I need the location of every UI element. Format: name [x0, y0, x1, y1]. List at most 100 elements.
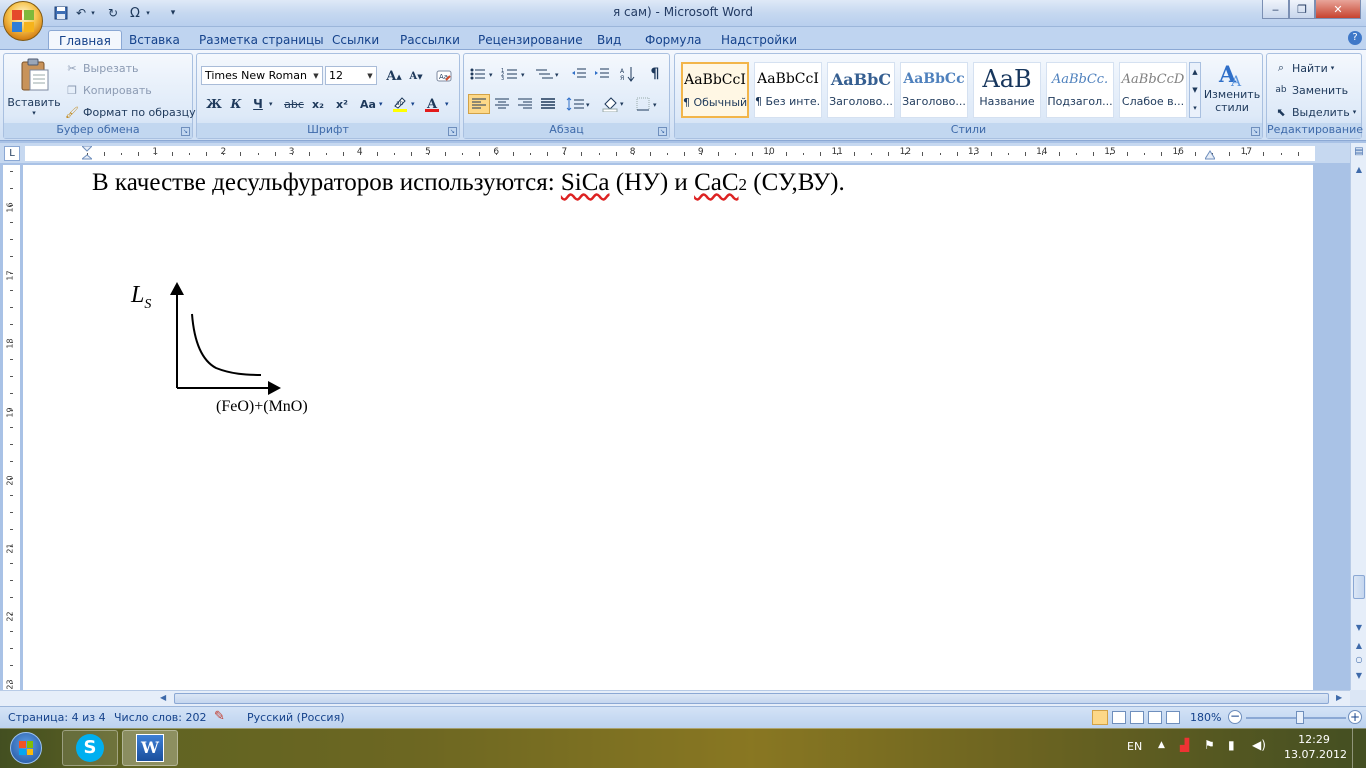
shrink-font-button[interactable]: A ▼: [405, 66, 427, 86]
scroll-down-icon[interactable]: ▼: [1353, 623, 1365, 635]
paste-dropdown-icon[interactable]: ▾: [32, 109, 36, 117]
select-dropdown-icon[interactable]: ▾: [1353, 108, 1357, 116]
replace-button[interactable]: ab Заменить: [1273, 80, 1348, 100]
volume-icon[interactable]: ◀): [1252, 738, 1266, 752]
web-layout-icon[interactable]: [1130, 711, 1144, 724]
style-subtle-emphasis[interactable]: AaBbCcD Слабое в...: [1119, 62, 1187, 118]
shading-icon[interactable]: ▾: [600, 94, 630, 114]
clock[interactable]: 12:29 13.07.2012: [1284, 732, 1347, 762]
horizontal-scrollbar[interactable]: ◀ ▶: [0, 690, 1350, 706]
tab-review[interactable]: Рецензирование: [468, 30, 593, 50]
show-desktop-button[interactable]: [1352, 728, 1366, 768]
font-name-combo[interactable]: Times New Roman ▼: [201, 66, 323, 85]
tab-mailings[interactable]: Рассылки: [390, 30, 470, 50]
outline-view-icon[interactable]: [1148, 711, 1162, 724]
italic-button[interactable]: К: [225, 94, 247, 114]
power-icon[interactable]: ▮: [1228, 738, 1235, 752]
style-normal[interactable]: AaBbCcI ¶ Обычный: [681, 62, 749, 118]
next-page-icon[interactable]: ▼: [1353, 671, 1365, 683]
horizontal-ruler[interactable]: 1 2 3 4 5 6 7 8 9 10 11 12 13 14 15 16 17: [25, 145, 1315, 161]
tab-home[interactable]: Главная: [48, 30, 122, 50]
start-button[interactable]: [4, 730, 48, 766]
font-launcher-icon[interactable]: ↘: [448, 127, 457, 136]
minimize-button[interactable]: ‒: [1262, 0, 1289, 19]
multilevel-list-button[interactable]: ▾: [534, 64, 564, 84]
scroll-down-icon[interactable]: ▼: [1192, 86, 1197, 94]
zoom-in-icon[interactable]: +: [1348, 710, 1362, 724]
tab-view[interactable]: Вид: [587, 30, 631, 50]
office-button[interactable]: [3, 1, 43, 41]
font-size-combo[interactable]: 12 ▼: [325, 66, 377, 85]
action-center-flag-icon[interactable]: ⚑: [1204, 738, 1215, 752]
superscript-button[interactable]: x²: [331, 94, 353, 114]
vertical-scrollbar[interactable]: ▤ ▲ ▼ ▲ ○ ▼: [1350, 143, 1366, 690]
scroll-thumb[interactable]: [1353, 575, 1365, 599]
grow-font-button[interactable]: A ▲: [383, 66, 405, 86]
borders-icon[interactable]: ▾: [634, 94, 664, 114]
hscroll-thumb[interactable]: [174, 693, 1329, 704]
scroll-up-icon[interactable]: ▲: [1192, 68, 1197, 76]
cut-button[interactable]: ✂ Вырезать: [64, 58, 138, 78]
browse-object-icon[interactable]: ○: [1353, 655, 1365, 667]
line-spacing-icon[interactable]: ▾: [564, 94, 594, 114]
clear-format-icon[interactable]: Aa: [433, 66, 455, 86]
find-dropdown-icon[interactable]: ▾: [1331, 64, 1335, 72]
numbering-button[interactable]: 1 2 3 ▾: [500, 64, 530, 84]
format-painter-button[interactable]: 🖌 Формат по образцу: [64, 102, 196, 122]
close-button[interactable]: ✕: [1315, 0, 1361, 19]
style-no-spacing[interactable]: AaBbCcI ¶ Без инте...: [754, 62, 822, 118]
tab-addins[interactable]: Надстройки: [711, 30, 807, 50]
increase-indent-icon[interactable]: [591, 64, 613, 84]
chevron-down-icon[interactable]: ▼: [364, 67, 376, 84]
maximize-button[interactable]: ❐: [1289, 0, 1315, 19]
change-case-dropdown-icon[interactable]: ▾: [379, 100, 383, 108]
paragraph-launcher-icon[interactable]: ↘: [658, 127, 667, 136]
underline-button[interactable]: Ч: [247, 94, 269, 114]
previous-page-icon[interactable]: ▲: [1353, 641, 1365, 653]
zoom-out-icon[interactable]: −: [1228, 710, 1242, 724]
graph-figure[interactable]: LS (FeO)+(MnO): [131, 280, 331, 440]
input-language[interactable]: EN: [1127, 740, 1142, 753]
select-button[interactable]: ⬉ Выделить ▾: [1273, 102, 1356, 122]
styles-launcher-icon[interactable]: ↘: [1251, 127, 1260, 136]
strikethrough-button[interactable]: abc: [283, 94, 305, 114]
word-count[interactable]: Число слов: 202: [114, 711, 207, 724]
align-center-icon[interactable]: [491, 94, 513, 114]
tab-selector[interactable]: L: [4, 146, 20, 161]
draft-view-icon[interactable]: [1166, 711, 1180, 724]
style-heading-2[interactable]: AaBbCc Заголово...: [900, 62, 968, 118]
align-left-icon[interactable]: [468, 94, 490, 114]
clipboard-launcher-icon[interactable]: ↘: [181, 127, 190, 136]
style-subtitle[interactable]: AaBbCc. Подзагол...: [1046, 62, 1114, 118]
more-styles-icon[interactable]: ▾: [1193, 104, 1197, 112]
scroll-right-icon[interactable]: ▶: [1336, 693, 1346, 705]
decrease-indent-icon[interactable]: [568, 64, 590, 84]
chevron-down-icon[interactable]: ▼: [310, 67, 322, 84]
sort-icon[interactable]: AЯ: [617, 64, 639, 84]
document-text-line[interactable]: В качестве десульфураторов используются:…: [92, 169, 845, 197]
subscript-button[interactable]: x₂: [307, 94, 329, 114]
underline-dropdown-icon[interactable]: ▾: [269, 100, 273, 108]
indent-marker-icon[interactable]: [80, 145, 94, 161]
copy-button[interactable]: ❐ Копировать: [64, 80, 152, 100]
proofing-icon[interactable]: ✎: [214, 709, 225, 724]
page-counter[interactable]: Страница: 4 из 4: [8, 711, 106, 724]
highlight-button[interactable]: ab: [389, 94, 411, 114]
tab-page-layout[interactable]: Разметка страницы: [189, 30, 334, 50]
bold-button[interactable]: Ж: [203, 94, 225, 114]
scroll-left-icon[interactable]: ◀: [160, 693, 170, 705]
bullets-button[interactable]: ▾: [468, 64, 498, 84]
full-screen-reading-icon[interactable]: [1112, 711, 1126, 724]
font-color-button[interactable]: A: [421, 94, 443, 114]
style-heading-1[interactable]: AaBbC Заголово...: [827, 62, 895, 118]
network-icon[interactable]: ▟: [1180, 738, 1189, 752]
find-button[interactable]: ⌕ Найти ▾: [1273, 58, 1334, 78]
ruler-toggle-icon[interactable]: ▤: [1353, 146, 1365, 160]
align-right-icon[interactable]: [514, 94, 536, 114]
scroll-up-icon[interactable]: ▲: [1353, 165, 1365, 177]
show-hidden-icons[interactable]: ▲: [1158, 740, 1165, 750]
right-indent-marker-icon[interactable]: [1204, 149, 1216, 161]
tab-insert[interactable]: Вставка: [119, 30, 190, 50]
document-page[interactable]: В качестве десульфураторов используются:…: [23, 165, 1313, 690]
font-color-dropdown-icon[interactable]: ▾: [445, 100, 449, 108]
